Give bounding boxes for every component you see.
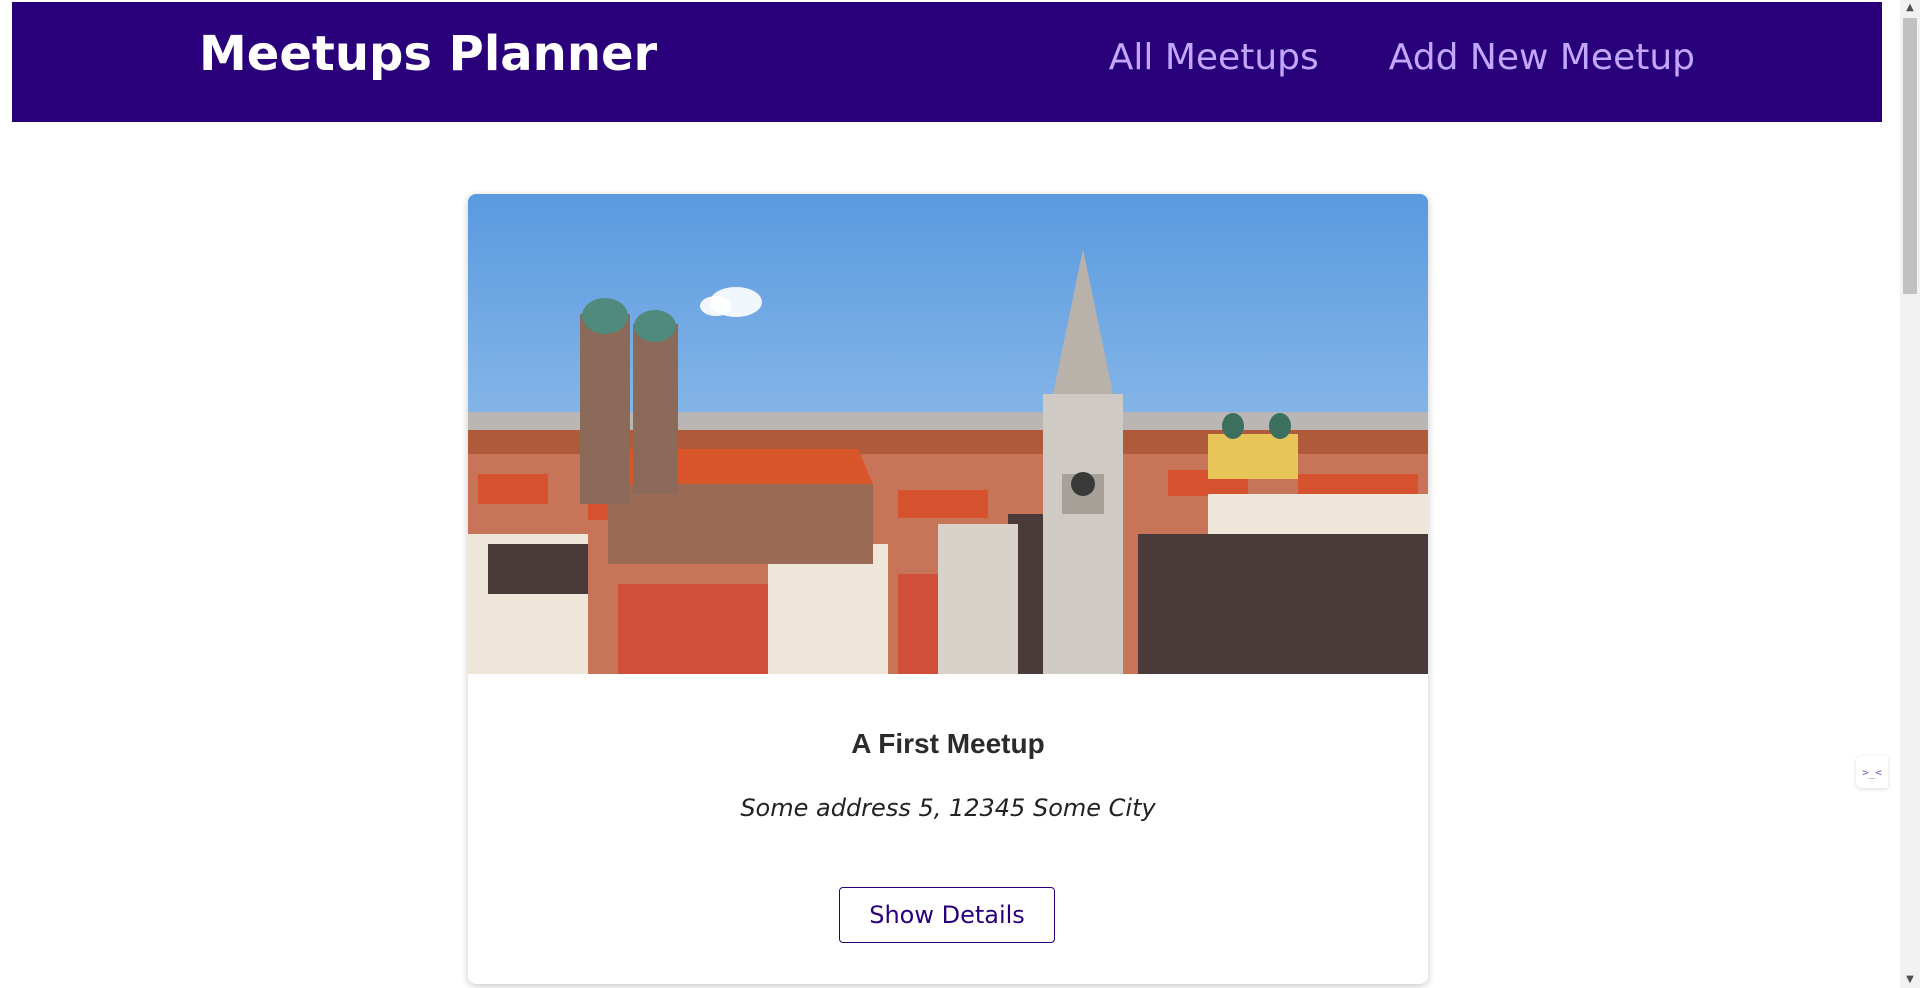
meetup-image (468, 194, 1428, 674)
nav-link-all-meetups[interactable]: All Meetups (1109, 40, 1319, 76)
vertical-scrollbar[interactable]: ▲ ▼ (1900, 0, 1920, 988)
meetup-card: A First Meetup Some address 5, 12345 Som… (468, 194, 1428, 984)
meetup-title: A First Meetup (851, 728, 1045, 759)
scroll-up-arrow-icon[interactable]: ▲ (1900, 0, 1920, 16)
show-details-button[interactable]: Show Details (839, 887, 1055, 943)
extension-widget-icon[interactable]: >_< (1856, 756, 1888, 788)
main-nav: All Meetups Add New Meetup (1109, 40, 1695, 76)
site-header: Meetups Planner All Meetups Add New Meet… (12, 2, 1882, 122)
scroll-down-arrow-icon[interactable]: ▼ (1900, 972, 1920, 988)
city-photo-munich-icon (468, 194, 1428, 674)
site-logo-title[interactable]: Meetups Planner (199, 30, 657, 78)
meetup-address: Some address 5, 12345 Some City (740, 794, 1156, 822)
page-viewport: Meetups Planner All Meetups Add New Meet… (0, 0, 1900, 988)
nav-link-add-new-meetup[interactable]: Add New Meetup (1389, 40, 1695, 76)
scrollbar-thumb[interactable] (1903, 18, 1917, 294)
